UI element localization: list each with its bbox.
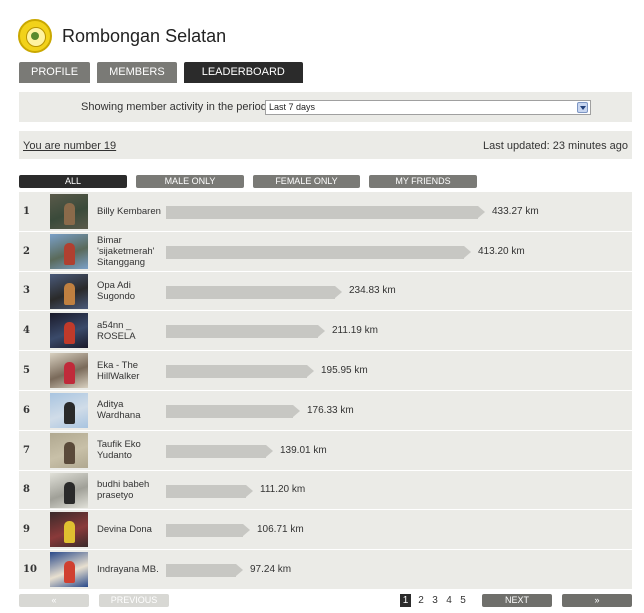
- previous-button[interactable]: PREVIOUS: [99, 594, 169, 607]
- distance-value: 97.24 km: [250, 564, 292, 576]
- rank-number: 9: [23, 524, 30, 536]
- tab-members[interactable]: MEMBERS: [97, 62, 177, 83]
- page-number[interactable]: 4: [442, 594, 456, 607]
- member-name[interactable]: Indrayana MB.: [97, 550, 167, 589]
- member-name[interactable]: budhi babeh prasetyo: [97, 471, 167, 510]
- avatar[interactable]: [50, 512, 88, 548]
- distance-bar: [166, 524, 250, 538]
- group-header: Rombongan Selatan: [18, 18, 226, 54]
- distance-bar: [166, 484, 253, 498]
- avatar[interactable]: [50, 273, 88, 309]
- rank-number: 8: [23, 484, 30, 496]
- last-updated: Last updated: 23 minutes ago: [483, 140, 628, 152]
- avatar[interactable]: [50, 194, 88, 229]
- leaderboard-row[interactable]: 7 Taufik Eko Yudanto 139.01 km: [19, 430, 632, 471]
- distance-bar: [166, 404, 300, 418]
- rank-number: 5: [23, 365, 30, 377]
- leaderboard-row[interactable]: 3 Opa Adi Sugondo 234.83 km: [19, 271, 632, 312]
- distance-value: 211.19 km: [332, 325, 378, 337]
- last-page-button[interactable]: »: [562, 594, 632, 607]
- avatar[interactable]: [50, 472, 88, 508]
- filter-bar: ALL MALE ONLY FEMALE ONLY MY FRIENDS: [19, 175, 486, 188]
- leaderboard-row[interactable]: 6 Aditya Wardhana 176.33 km: [19, 390, 632, 431]
- period-bar: Showing member activity in the period: L…: [19, 92, 632, 122]
- distance-value: 413.20 km: [478, 245, 525, 257]
- filter-all[interactable]: ALL: [19, 175, 127, 188]
- distance-bar: [166, 444, 273, 458]
- distance-value: 139.01 km: [280, 444, 327, 456]
- pagination: « PREVIOUS 12345 NEXT »: [19, 594, 632, 607]
- my-rank-link[interactable]: You are number 19: [23, 140, 116, 152]
- distance-bar: [166, 285, 342, 299]
- rank-number: 6: [23, 404, 30, 416]
- member-name[interactable]: Eka - The HillWalker: [97, 351, 167, 390]
- leaderboard-row[interactable]: 8 budhi babeh prasetyo 111.20 km: [19, 470, 632, 511]
- filter-female-only[interactable]: FEMALE ONLY: [253, 175, 360, 188]
- tab-profile[interactable]: PROFILE: [19, 62, 91, 83]
- page-number[interactable]: 1: [400, 594, 411, 607]
- rank-number: 2: [23, 245, 30, 257]
- page-number[interactable]: 5: [456, 594, 470, 607]
- member-name[interactable]: Billy Kembaren: [97, 192, 167, 231]
- member-name[interactable]: Opa Adi Sugondo: [97, 272, 167, 311]
- distance-value: 106.71 km: [257, 524, 304, 536]
- leaderboard-row[interactable]: 9 Devina Dona 106.71 km: [19, 510, 632, 551]
- avatar[interactable]: [50, 353, 88, 389]
- page-number[interactable]: 3: [428, 594, 442, 607]
- leaderboard-row[interactable]: 1 Billy Kembaren 433.27 km: [19, 192, 632, 232]
- leaderboard-row[interactable]: 2 Bimar 'sijaketmerah' Sitanggang 413.20 k…: [19, 231, 632, 272]
- avatar[interactable]: [50, 392, 88, 428]
- period-select[interactable]: Last 7 days: [265, 100, 591, 115]
- first-page-button[interactable]: «: [19, 594, 89, 607]
- page-numbers: 12345: [400, 594, 470, 607]
- member-name[interactable]: a54nn _ ROSELA: [97, 311, 167, 350]
- tab-leaderboard[interactable]: LEADERBOARD: [183, 62, 303, 83]
- club-logo-icon: [18, 19, 52, 53]
- avatar[interactable]: [50, 313, 88, 349]
- rank-number: 4: [23, 325, 30, 337]
- distance-bar: [166, 325, 325, 339]
- avatar[interactable]: [50, 233, 88, 269]
- rank-number: 3: [23, 285, 30, 297]
- distance-value: 195.95 km: [321, 365, 368, 377]
- period-label: Showing member activity in the period:: [81, 101, 270, 113]
- distance-bar: [166, 245, 471, 259]
- status-bar: You are number 19 Last updated: 23 minut…: [19, 131, 632, 159]
- distance-value: 234.83 km: [349, 285, 396, 297]
- avatar[interactable]: [50, 552, 88, 588]
- group-title: Rombongan Selatan: [62, 25, 227, 46]
- distance-bar: [166, 206, 485, 219]
- chevron-down-icon[interactable]: [577, 102, 588, 113]
- member-name[interactable]: Devina Dona: [97, 510, 167, 549]
- period-selected-value: Last 7 days: [269, 102, 316, 112]
- member-name[interactable]: Bimar 'sijaketmerah' Sitanggang: [97, 232, 167, 271]
- member-name[interactable]: Aditya Wardhana: [97, 391, 167, 430]
- tab-bar: PROFILE MEMBERS LEADERBOARD: [19, 62, 303, 83]
- next-button[interactable]: NEXT: [482, 594, 552, 607]
- distance-bar: [166, 365, 314, 379]
- filter-male-only[interactable]: MALE ONLY: [136, 175, 244, 188]
- rank-number: 7: [23, 444, 30, 456]
- rank-number: 1: [23, 205, 30, 217]
- filter-my-friends[interactable]: MY FRIENDS: [369, 175, 477, 188]
- page-number[interactable]: 2: [414, 594, 428, 607]
- distance-value: 433.27 km: [492, 205, 539, 217]
- leaderboard-row[interactable]: 10 Indrayana MB. 97.24 km: [19, 550, 632, 590]
- leaderboard-row[interactable]: 5 Eka - The HillWalker 195.95 km: [19, 351, 632, 391]
- distance-value: 111.20 km: [260, 484, 306, 496]
- avatar[interactable]: [50, 432, 88, 468]
- rank-number: 10: [23, 564, 37, 576]
- member-name[interactable]: Taufik Eko Yudanto: [97, 431, 167, 470]
- leaderboard-row[interactable]: 4 a54nn _ ROSELA 211.19 km: [19, 311, 632, 352]
- distance-bar: [166, 564, 243, 578]
- distance-value: 176.33 km: [307, 404, 354, 416]
- leaderboard-list: 1 Billy Kembaren 433.27 km 2 Bimar 'sijaketm…: [19, 192, 632, 590]
